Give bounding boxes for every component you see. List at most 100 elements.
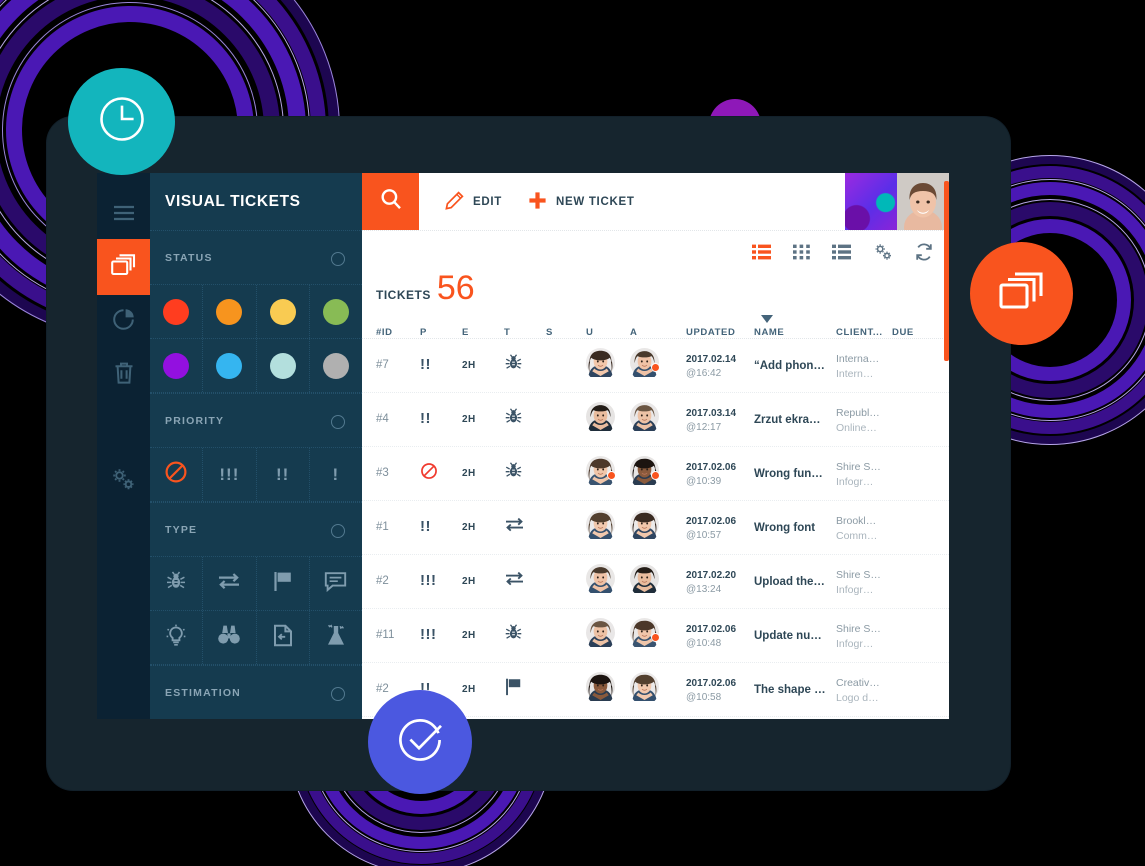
cell-name: Wrong fun…	[754, 468, 823, 481]
col-u[interactable]: U	[586, 327, 630, 338]
filter-estimation-toggle[interactable]	[331, 686, 345, 701]
avatar[interactable]	[630, 564, 659, 598]
filter-section-status[interactable]: STATUS	[150, 230, 362, 285]
col-e[interactable]: E	[462, 327, 504, 338]
sidebar-item-settings[interactable]	[97, 455, 150, 509]
cell-user[interactable]	[586, 348, 630, 382]
cell-estimation: 2H	[462, 683, 476, 695]
cell-assignee[interactable]	[630, 348, 686, 382]
avatar[interactable]	[630, 348, 660, 382]
avatar[interactable]	[586, 510, 615, 544]
type-bug[interactable]	[150, 557, 204, 610]
status-swatch[interactable]	[203, 285, 257, 338]
type-comment[interactable]	[310, 557, 362, 610]
col-id[interactable]: #ID	[362, 327, 420, 338]
table-row[interactable]: #3 2H 2017.02.06 @10:39 Wrong fun… Shire…	[362, 447, 949, 501]
cell-priority: !!	[420, 518, 462, 536]
filter-status-toggle[interactable]	[331, 251, 345, 266]
col-due[interactable]: DUE	[892, 327, 932, 338]
avatar[interactable]	[586, 618, 615, 652]
status-swatch[interactable]	[310, 339, 362, 392]
cell-user[interactable]	[586, 618, 630, 652]
status-swatch[interactable]	[150, 285, 204, 338]
status-swatch[interactable]	[257, 285, 310, 338]
type-change[interactable]	[203, 557, 257, 610]
table-row[interactable]: #4 !! 2H 2017.03.14 @12:17 Zrzut ekra… Re…	[362, 393, 949, 447]
cell-assignee[interactable]	[630, 564, 686, 598]
cell-updated: 2017.03.14 @12:17	[686, 408, 737, 434]
cell-estimation: 2H	[462, 413, 476, 425]
app-screen: VISUAL TICKETS STATUS PRIORITY !!! !! ! …	[97, 173, 949, 719]
avatar[interactable]	[897, 173, 949, 230]
list-view-icon[interactable]	[752, 244, 771, 260]
status-swatch[interactable]	[310, 285, 362, 338]
filter-section-priority[interactable]: PRIORITY	[150, 393, 362, 448]
filter-type-toggle[interactable]	[331, 523, 345, 538]
grid-view-icon[interactable]	[793, 244, 810, 260]
new-ticket-button[interactable]: NEW TICKET	[528, 191, 635, 213]
priority-major[interactable]: !!	[257, 448, 310, 501]
sidebar-item-trash[interactable]	[97, 349, 150, 403]
cell-assignee[interactable]	[630, 618, 686, 652]
table-row[interactable]: #2 !!! 2H 2017.02.20 @13:24 Upload the… S…	[362, 555, 949, 609]
type-idea[interactable]	[150, 611, 204, 664]
col-s[interactable]: S	[546, 327, 586, 338]
avatar[interactable]	[630, 672, 659, 706]
cell-user[interactable]	[586, 510, 630, 544]
cell-user[interactable]	[586, 456, 630, 490]
avatar[interactable]	[586, 672, 615, 706]
cell-user[interactable]	[586, 564, 630, 598]
col-p[interactable]: P	[420, 327, 462, 338]
cell-assignee[interactable]	[630, 672, 686, 706]
type-milestone[interactable]	[257, 557, 310, 610]
sidebar-item-tickets[interactable]	[97, 239, 150, 295]
type-review[interactable]	[203, 611, 257, 664]
col-t[interactable]: T	[504, 327, 546, 338]
avatar[interactable]	[630, 618, 660, 652]
search-button[interactable]	[362, 173, 419, 230]
priority-minor[interactable]: !	[310, 448, 362, 501]
cell-user[interactable]	[586, 672, 630, 706]
cell-assignee[interactable]	[630, 402, 686, 436]
exchange-icon	[217, 571, 241, 596]
type-experiment[interactable]	[310, 611, 362, 664]
scrollbar-thumb[interactable]	[944, 181, 949, 361]
col-a[interactable]: A	[630, 327, 686, 338]
filter-section-type[interactable]: TYPE	[150, 502, 362, 557]
type-document[interactable]	[257, 611, 310, 664]
gears-icon[interactable]	[873, 243, 893, 261]
avatar[interactable]	[630, 510, 659, 544]
cell-assignee[interactable]	[630, 456, 686, 490]
priority-critical[interactable]: !!!	[203, 448, 257, 501]
avatar[interactable]	[586, 402, 615, 436]
filter-priority-toggle[interactable]	[331, 414, 345, 429]
hamburger-icon	[113, 205, 135, 226]
priority-blocker[interactable]	[150, 448, 204, 501]
table-row[interactable]: #7 !! 2H 2017.02.14 @16:42 “Add phon… Int…	[362, 339, 949, 393]
status-swatch[interactable]	[203, 339, 257, 392]
avatar[interactable]	[630, 456, 660, 490]
avatar[interactable]	[630, 402, 659, 436]
avatar[interactable]	[586, 456, 616, 490]
compact-list-icon[interactable]	[832, 244, 851, 260]
comment-icon	[324, 571, 347, 597]
col-updated[interactable]: UPDATED	[686, 327, 754, 338]
status-swatch[interactable]	[257, 339, 310, 392]
sidebar-item-menu[interactable]	[97, 191, 150, 239]
table-row[interactable]: #1 !! 2H 2017.02.06 @10:57 Wrong font Bro…	[362, 501, 949, 555]
cell-user[interactable]	[586, 402, 630, 436]
avatar[interactable]	[586, 564, 615, 598]
status-swatch[interactable]	[150, 339, 204, 392]
filter-section-estimation[interactable]: ESTIMATION	[150, 665, 362, 719]
cell-assignee[interactable]	[630, 510, 686, 544]
avatar[interactable]	[586, 348, 615, 382]
cell-type	[504, 353, 546, 377]
table-row[interactable]: #11 !!! 2H 2017.02.06 @10:48 Update nu… S…	[362, 609, 949, 663]
col-client[interactable]: CLIENT...	[836, 327, 892, 338]
cell-priority	[420, 462, 462, 485]
edit-button[interactable]: EDIT	[445, 190, 502, 213]
refresh-icon[interactable]	[915, 243, 933, 261]
sidebar-item-reports[interactable]	[97, 295, 150, 349]
cell-estimation: 2H	[462, 467, 476, 479]
col-name[interactable]: NAME	[754, 327, 836, 338]
